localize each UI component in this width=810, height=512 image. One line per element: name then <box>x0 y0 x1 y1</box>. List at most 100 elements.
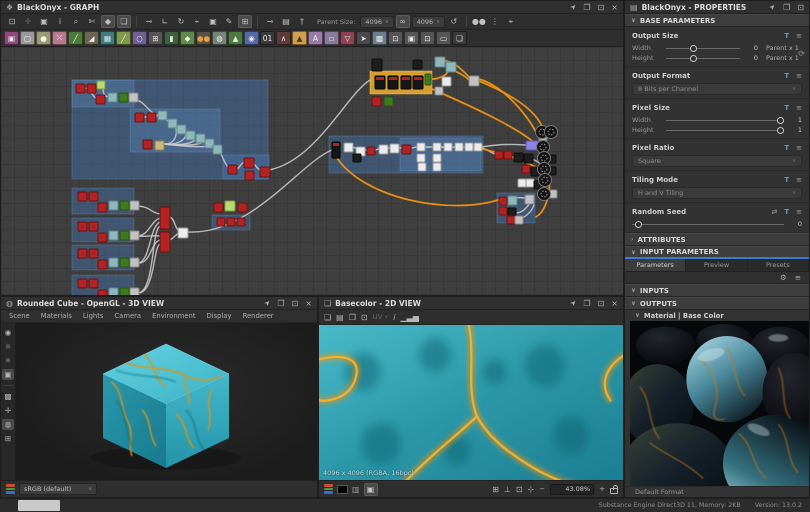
graph-node[interactable] <box>442 77 451 86</box>
graph-node[interactable] <box>499 207 507 215</box>
gear-icon[interactable]: ⚙ <box>780 273 787 282</box>
node-type-icon[interactable]: ▣ <box>404 31 419 45</box>
expose-icon[interactable]: T <box>784 72 789 80</box>
menu-materials[interactable]: Materials <box>41 312 72 320</box>
graph-node[interactable] <box>119 93 128 102</box>
graph-node[interactable] <box>120 288 129 295</box>
node-type-icon[interactable]: 01 <box>260 31 275 45</box>
toolbar-icon[interactable]: ⊡ <box>5 15 19 28</box>
expose-icon[interactable]: T <box>784 104 789 112</box>
graph-node[interactable] <box>525 195 534 204</box>
output-height-slider[interactable] <box>666 53 740 63</box>
node-type-icon[interactable]: ⊡ <box>388 31 403 45</box>
toolbar-icon[interactable]: ∟ <box>158 15 172 28</box>
view3d-side-icon[interactable]: ✛ <box>2 405 14 416</box>
menu-lights[interactable]: Lights <box>83 312 104 320</box>
graph-node[interactable] <box>89 249 98 258</box>
graph-node[interactable] <box>522 165 530 173</box>
graph-node[interactable] <box>237 218 245 226</box>
graph-node[interactable] <box>417 143 425 151</box>
output-preview[interactable]: ❒ Always on top enabled CTRL+SHIFT+A <box>630 321 809 486</box>
view3d-side-icon[interactable]: ◍ <box>2 419 14 430</box>
view2d-toolbar-icon[interactable]: ❏ <box>324 313 331 322</box>
graph-node[interactable] <box>446 62 456 72</box>
view2d-toolbar-icon[interactable]: ⊡ <box>361 313 368 322</box>
maximize-icon[interactable]: ⊡ <box>797 3 804 12</box>
graph-node[interactable] <box>507 216 515 224</box>
graph-node[interactable] <box>425 74 431 85</box>
pin-icon[interactable]: ➤ <box>568 2 579 13</box>
graph-node[interactable] <box>499 197 507 205</box>
node-type-icon[interactable]: ◢ <box>84 31 99 45</box>
toolbar-icon[interactable]: ◆ <box>101 15 115 28</box>
graph-node[interactable] <box>89 192 98 201</box>
graph-node[interactable] <box>435 87 443 95</box>
graph-node[interactable] <box>465 143 473 151</box>
graph-node[interactable] <box>508 208 516 216</box>
graph-node[interactable] <box>168 119 177 128</box>
float-icon[interactable]: ❐ <box>583 3 590 12</box>
shuffle-icon[interactable]: ⇄ <box>771 208 777 216</box>
section-outputs[interactable]: ∨OUTPUTS <box>625 297 809 310</box>
pixel-width-slider[interactable] <box>666 115 784 125</box>
node-type-icon[interactable]: ❏ <box>452 31 467 45</box>
graph-node[interactable] <box>76 84 85 93</box>
graph-node[interactable] <box>515 216 523 224</box>
expose-icon[interactable]: T <box>784 32 789 40</box>
graph-node[interactable] <box>260 167 270 177</box>
view2d-bottom-icon[interactable]: ⊞ <box>492 485 499 494</box>
param-menu-icon[interactable]: ≡ <box>796 32 802 40</box>
graph-node[interactable] <box>96 95 105 104</box>
node-type-icon[interactable]: ▮ <box>164 31 179 45</box>
expose-icon[interactable]: T <box>784 208 789 216</box>
node-type-icon[interactable]: ● <box>36 31 51 45</box>
close-icon[interactable]: × <box>305 299 312 308</box>
node-type-icon[interactable]: ▲ <box>292 31 307 45</box>
float-icon[interactable]: ❐ <box>277 299 284 308</box>
graph-node[interactable] <box>120 231 129 240</box>
graph-node[interactable] <box>353 154 361 162</box>
graph-node[interactable] <box>402 145 411 154</box>
graph-node[interactable] <box>143 140 152 149</box>
graph-node[interactable] <box>177 125 186 134</box>
image-mode-icon[interactable]: ▣ <box>364 483 378 496</box>
random-seed-slider[interactable] <box>632 219 784 229</box>
maximize-icon[interactable]: ⊡ <box>598 3 605 12</box>
view3d-side-icon[interactable]: ⊞ <box>2 433 14 444</box>
graph-node[interactable] <box>390 144 399 153</box>
color-management-icon[interactable] <box>324 484 333 494</box>
menu-camera[interactable]: Camera <box>114 312 141 320</box>
output-node-badge[interactable] <box>538 188 551 201</box>
graph-node[interactable] <box>455 143 463 151</box>
color-management-icon[interactable] <box>6 484 15 494</box>
graph-node[interactable] <box>130 288 139 295</box>
graph-node[interactable] <box>413 60 422 69</box>
maximize-icon[interactable]: ⊡ <box>598 299 605 308</box>
pin-icon[interactable]: ➤ <box>568 298 579 309</box>
pixel-ratio-dropdown[interactable]: Square∨ <box>632 155 802 167</box>
node-type-icon[interactable]: ╱ <box>68 31 83 45</box>
graph-node[interactable] <box>526 179 534 187</box>
graph-node[interactable] <box>227 218 235 226</box>
expose-icon[interactable]: T <box>784 144 789 152</box>
toolbar-icon[interactable]: ▣ <box>37 15 51 28</box>
node-type-icon[interactable]: ╱ <box>116 31 131 45</box>
float-icon[interactable]: ❐ <box>583 299 590 308</box>
graph-node[interactable] <box>225 201 235 211</box>
toolbar-icon[interactable]: ⊞ <box>238 15 252 28</box>
graph-node[interactable] <box>474 143 482 151</box>
graph-node[interactable] <box>97 81 105 89</box>
toolbar-icon[interactable]: ⌕ <box>69 15 83 28</box>
graph-node[interactable] <box>433 154 441 162</box>
view3d-side-icon[interactable]: ✸ <box>2 355 14 366</box>
graph-node[interactable] <box>130 231 139 240</box>
node-type-icon[interactable]: ▫ <box>324 31 339 45</box>
view3d-viewport[interactable] <box>16 323 317 480</box>
toolbar-icon[interactable]: ✄ <box>85 15 99 28</box>
graph-node[interactable] <box>186 131 195 140</box>
graph-node[interactable] <box>89 222 98 231</box>
graph-node[interactable] <box>120 258 129 267</box>
graph-node[interactable] <box>98 233 107 242</box>
output-width-slider[interactable] <box>666 43 740 53</box>
toolbar-icon[interactable]: ⋮ <box>488 15 502 28</box>
